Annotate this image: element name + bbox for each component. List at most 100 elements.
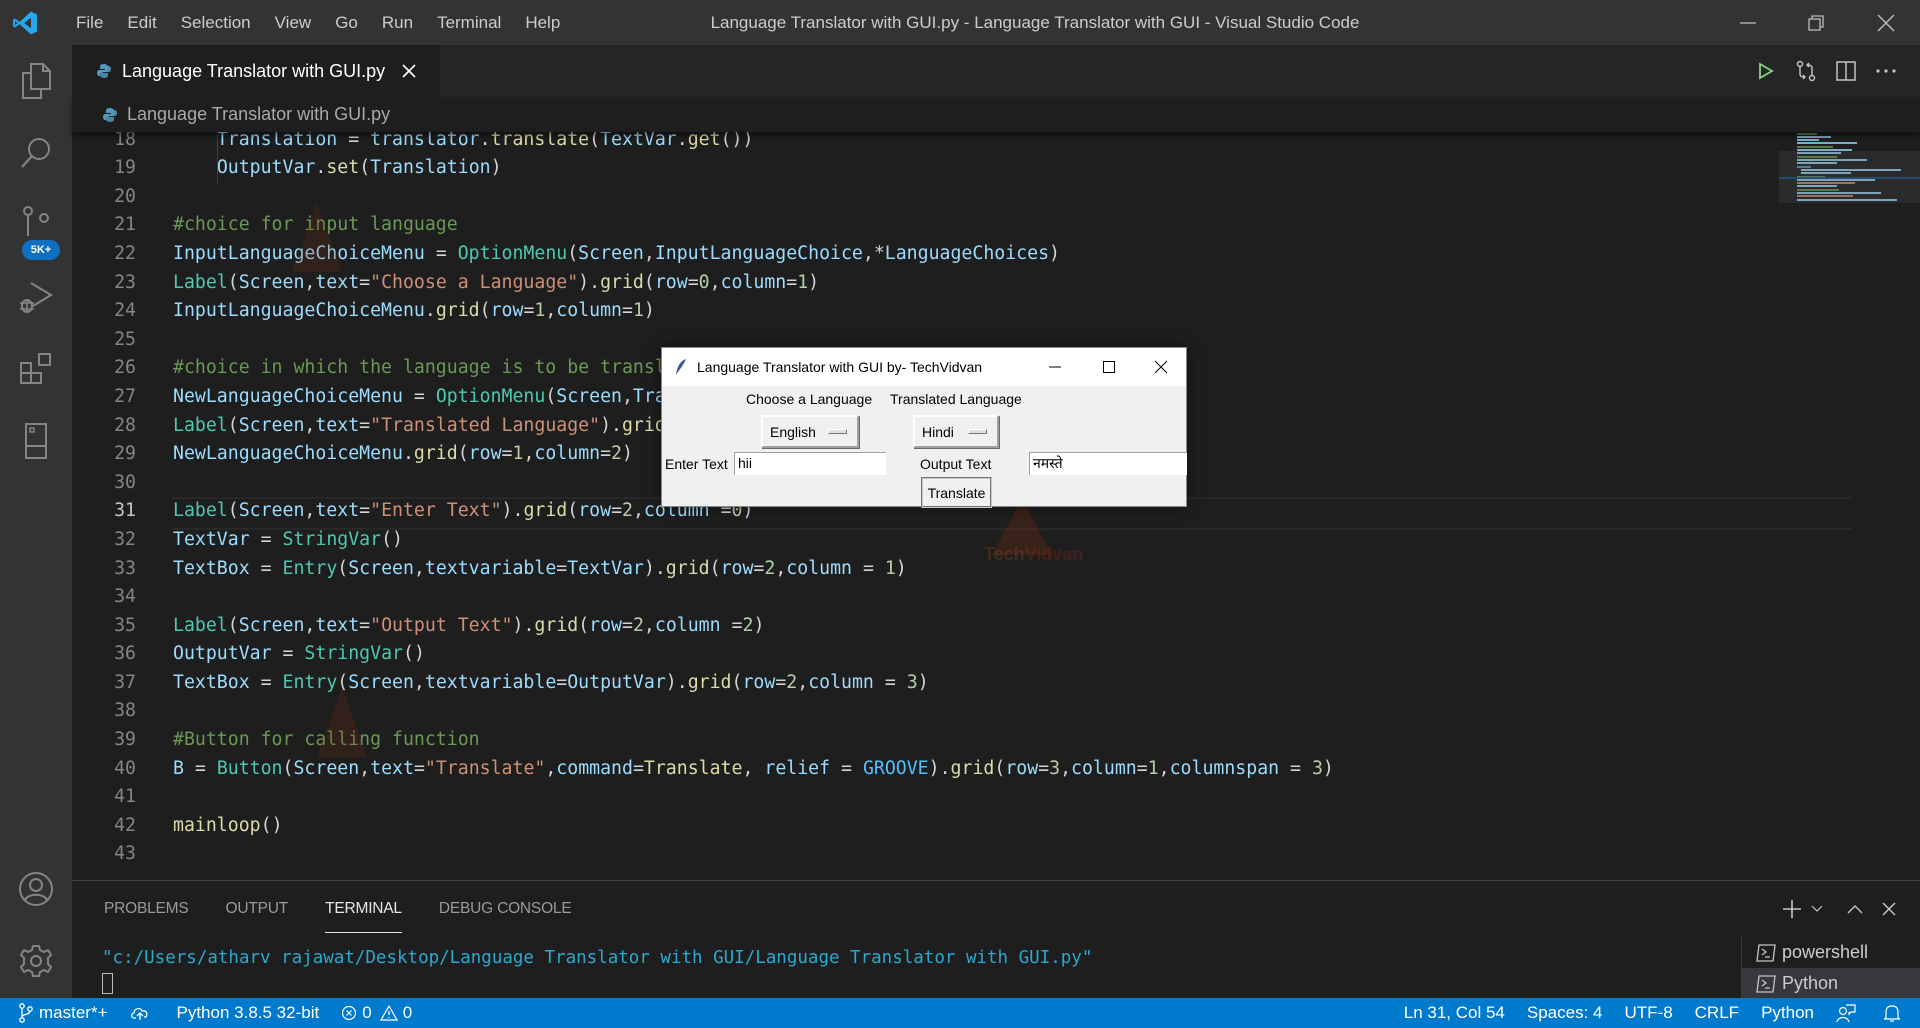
breadcrumb-file[interactable]: Language Translator with GUI.py (127, 104, 390, 125)
status-language[interactable]: Python (1761, 1003, 1814, 1023)
close-window-button[interactable] (1856, 0, 1916, 45)
status-eol[interactable]: CRLF (1695, 1003, 1739, 1023)
activity-remote-explorer[interactable] (0, 405, 72, 477)
split-editor-icon (1836, 61, 1856, 81)
line-content: InputLanguageChoiceMenu.grid(row=1,colum… (173, 300, 655, 322)
status-feedback[interactable] (1836, 1003, 1861, 1023)
new-terminal-button[interactable] (1778, 892, 1806, 926)
menu-selection[interactable]: Selection (169, 0, 263, 45)
code-line[interactable]: 34 (72, 583, 1772, 612)
status-python-interpreter[interactable]: Python 3.8.5 32-bit (177, 1003, 320, 1023)
python-interpreter: Python 3.8.5 32-bit (176, 1003, 320, 1022)
terminal-list: powershell Python (1741, 937, 1920, 999)
panel-tab-terminal[interactable]: TERMINAL (325, 881, 402, 936)
code-line[interactable]: 21 #choice for input language (72, 211, 1772, 240)
code-line[interactable]: 32 TextVar = StringVar() (72, 526, 1772, 555)
restore-icon (1808, 14, 1824, 31)
menu-go[interactable]: Go (323, 0, 370, 45)
maximize-panel-button[interactable] (1838, 892, 1872, 926)
more-actions-button[interactable] (1866, 51, 1906, 91)
line-content: mainloop() (173, 814, 283, 836)
tk-maximize-button[interactable] (1082, 348, 1136, 386)
code-line[interactable]: 19 OutputVar.set(Translation) (72, 154, 1772, 183)
code-line[interactable]: 22 InputLanguageChoiceMenu = OptionMenu(S… (72, 240, 1772, 269)
code-line[interactable]: 43 (72, 840, 1772, 869)
run-debug-icon (20, 282, 53, 313)
code-line[interactable]: 42 mainloop() (72, 812, 1772, 841)
code-line[interactable]: 23 Label(Screen,text="Choose a Language")… (72, 269, 1772, 298)
menu-help[interactable]: Help (513, 0, 572, 45)
code-line[interactable]: 39 #Button for calling function (72, 726, 1772, 755)
bell-icon (1883, 1005, 1901, 1022)
minimize-button[interactable] (1718, 0, 1778, 45)
line-number: 36 (114, 643, 136, 665)
close-icon (402, 64, 416, 78)
line-number: 30 (114, 471, 136, 493)
output-text-field[interactable]: नमस्ते (1029, 452, 1187, 475)
status-notifications[interactable] (1883, 1003, 1906, 1023)
status-encoding[interactable]: UTF-8 (1624, 1003, 1672, 1023)
enter-text-input[interactable]: hii (734, 452, 886, 475)
tk-title-bar[interactable]: Language Translator with GUI by- TechVid… (662, 348, 1186, 386)
menu-terminal[interactable]: Terminal (425, 0, 513, 45)
input-language-select[interactable]: English (761, 415, 859, 448)
menu-file[interactable]: File (64, 0, 115, 45)
code-line[interactable]: 36 OutputVar = StringVar() (72, 640, 1772, 669)
menu-run[interactable]: Run (370, 0, 425, 45)
minimap[interactable] (1779, 131, 1920, 203)
status-branch[interactable]: master*+ (18, 1003, 108, 1023)
run-python-file-button[interactable] (1746, 51, 1786, 91)
status-problems[interactable]: 0 0 (341, 1003, 412, 1023)
tk-minimize-button[interactable] (1028, 348, 1082, 386)
menu-edit[interactable]: Edit (115, 0, 168, 45)
remote-explorer-icon (25, 423, 47, 459)
code-line[interactable]: 35 Label(Screen,text="Output Text").grid(… (72, 612, 1772, 641)
line-number: 33 (114, 557, 136, 579)
status-cursor-position[interactable]: Ln 31, Col 54 (1404, 1003, 1505, 1023)
source-control-icon (23, 206, 49, 236)
line-number: 26 (114, 357, 136, 379)
tab-language-translator[interactable]: Language Translator with GUI.py (72, 45, 440, 97)
activity-manage[interactable] (0, 925, 72, 997)
activity-search[interactable] (0, 117, 72, 189)
line-number: 39 (114, 729, 136, 751)
terminal-item-powershell[interactable]: powershell (1742, 937, 1920, 968)
code-line[interactable]: 24 InputLanguageChoiceMenu.grid(row=1,col… (72, 297, 1772, 326)
close-icon (1154, 360, 1168, 374)
panel-tab-debug-console[interactable]: DEBUG CONSOLE (439, 881, 572, 936)
code-line[interactable]: 38 (72, 697, 1772, 726)
close-icon (1882, 902, 1896, 916)
activity-extensions[interactable] (0, 333, 72, 405)
warning-icon (379, 1005, 398, 1021)
terminal-output[interactable]: "c:/Users/atharv rajawat/Desktop/Languag… (102, 948, 1092, 968)
line-number: 25 (114, 328, 136, 350)
search-icon (21, 138, 50, 168)
vscode-window: File Edit Selection View Go Run Terminal… (0, 0, 1920, 1028)
panel-tab-problems[interactable]: PROBLEMS (104, 881, 189, 936)
activity-explorer[interactable] (0, 45, 72, 117)
restore-button[interactable] (1786, 0, 1846, 45)
terminal-dropdown-button[interactable] (1806, 892, 1828, 926)
output-language-select[interactable]: Hindi (913, 415, 999, 448)
code-line[interactable]: 37 TextBox = Entry(Screen,textvariable=Ou… (72, 669, 1772, 698)
status-sync[interactable] (130, 1005, 155, 1021)
tab-close-button[interactable] (399, 61, 419, 81)
code-line[interactable]: 40 B = Button(Screen,text="Translate",com… (72, 755, 1772, 784)
status-indentation[interactable]: Spaces: 4 (1527, 1003, 1603, 1023)
code-line[interactable]: 41 (72, 783, 1772, 812)
menu-view[interactable]: View (263, 0, 324, 45)
tk-close-button[interactable] (1134, 348, 1188, 386)
open-changes-button[interactable] (1786, 51, 1826, 91)
panel-tab-output[interactable]: OUTPUT (226, 881, 289, 936)
activity-accounts[interactable] (0, 853, 72, 925)
close-panel-button[interactable] (1872, 892, 1906, 926)
code-line[interactable]: 20 (72, 183, 1772, 212)
code-line[interactable]: 33 TextBox = Entry(Screen,textvariable=Te… (72, 555, 1772, 584)
breadcrumb: Language Translator with GUI.py (72, 97, 1920, 132)
split-editor-button[interactable] (1826, 51, 1866, 91)
line-content: #Button for calling function (173, 729, 480, 751)
python-icon (97, 64, 111, 78)
terminal-item-python[interactable]: Python (1742, 968, 1920, 999)
translate-button[interactable]: Translate (921, 477, 992, 508)
activity-run-debug[interactable] (0, 261, 72, 333)
